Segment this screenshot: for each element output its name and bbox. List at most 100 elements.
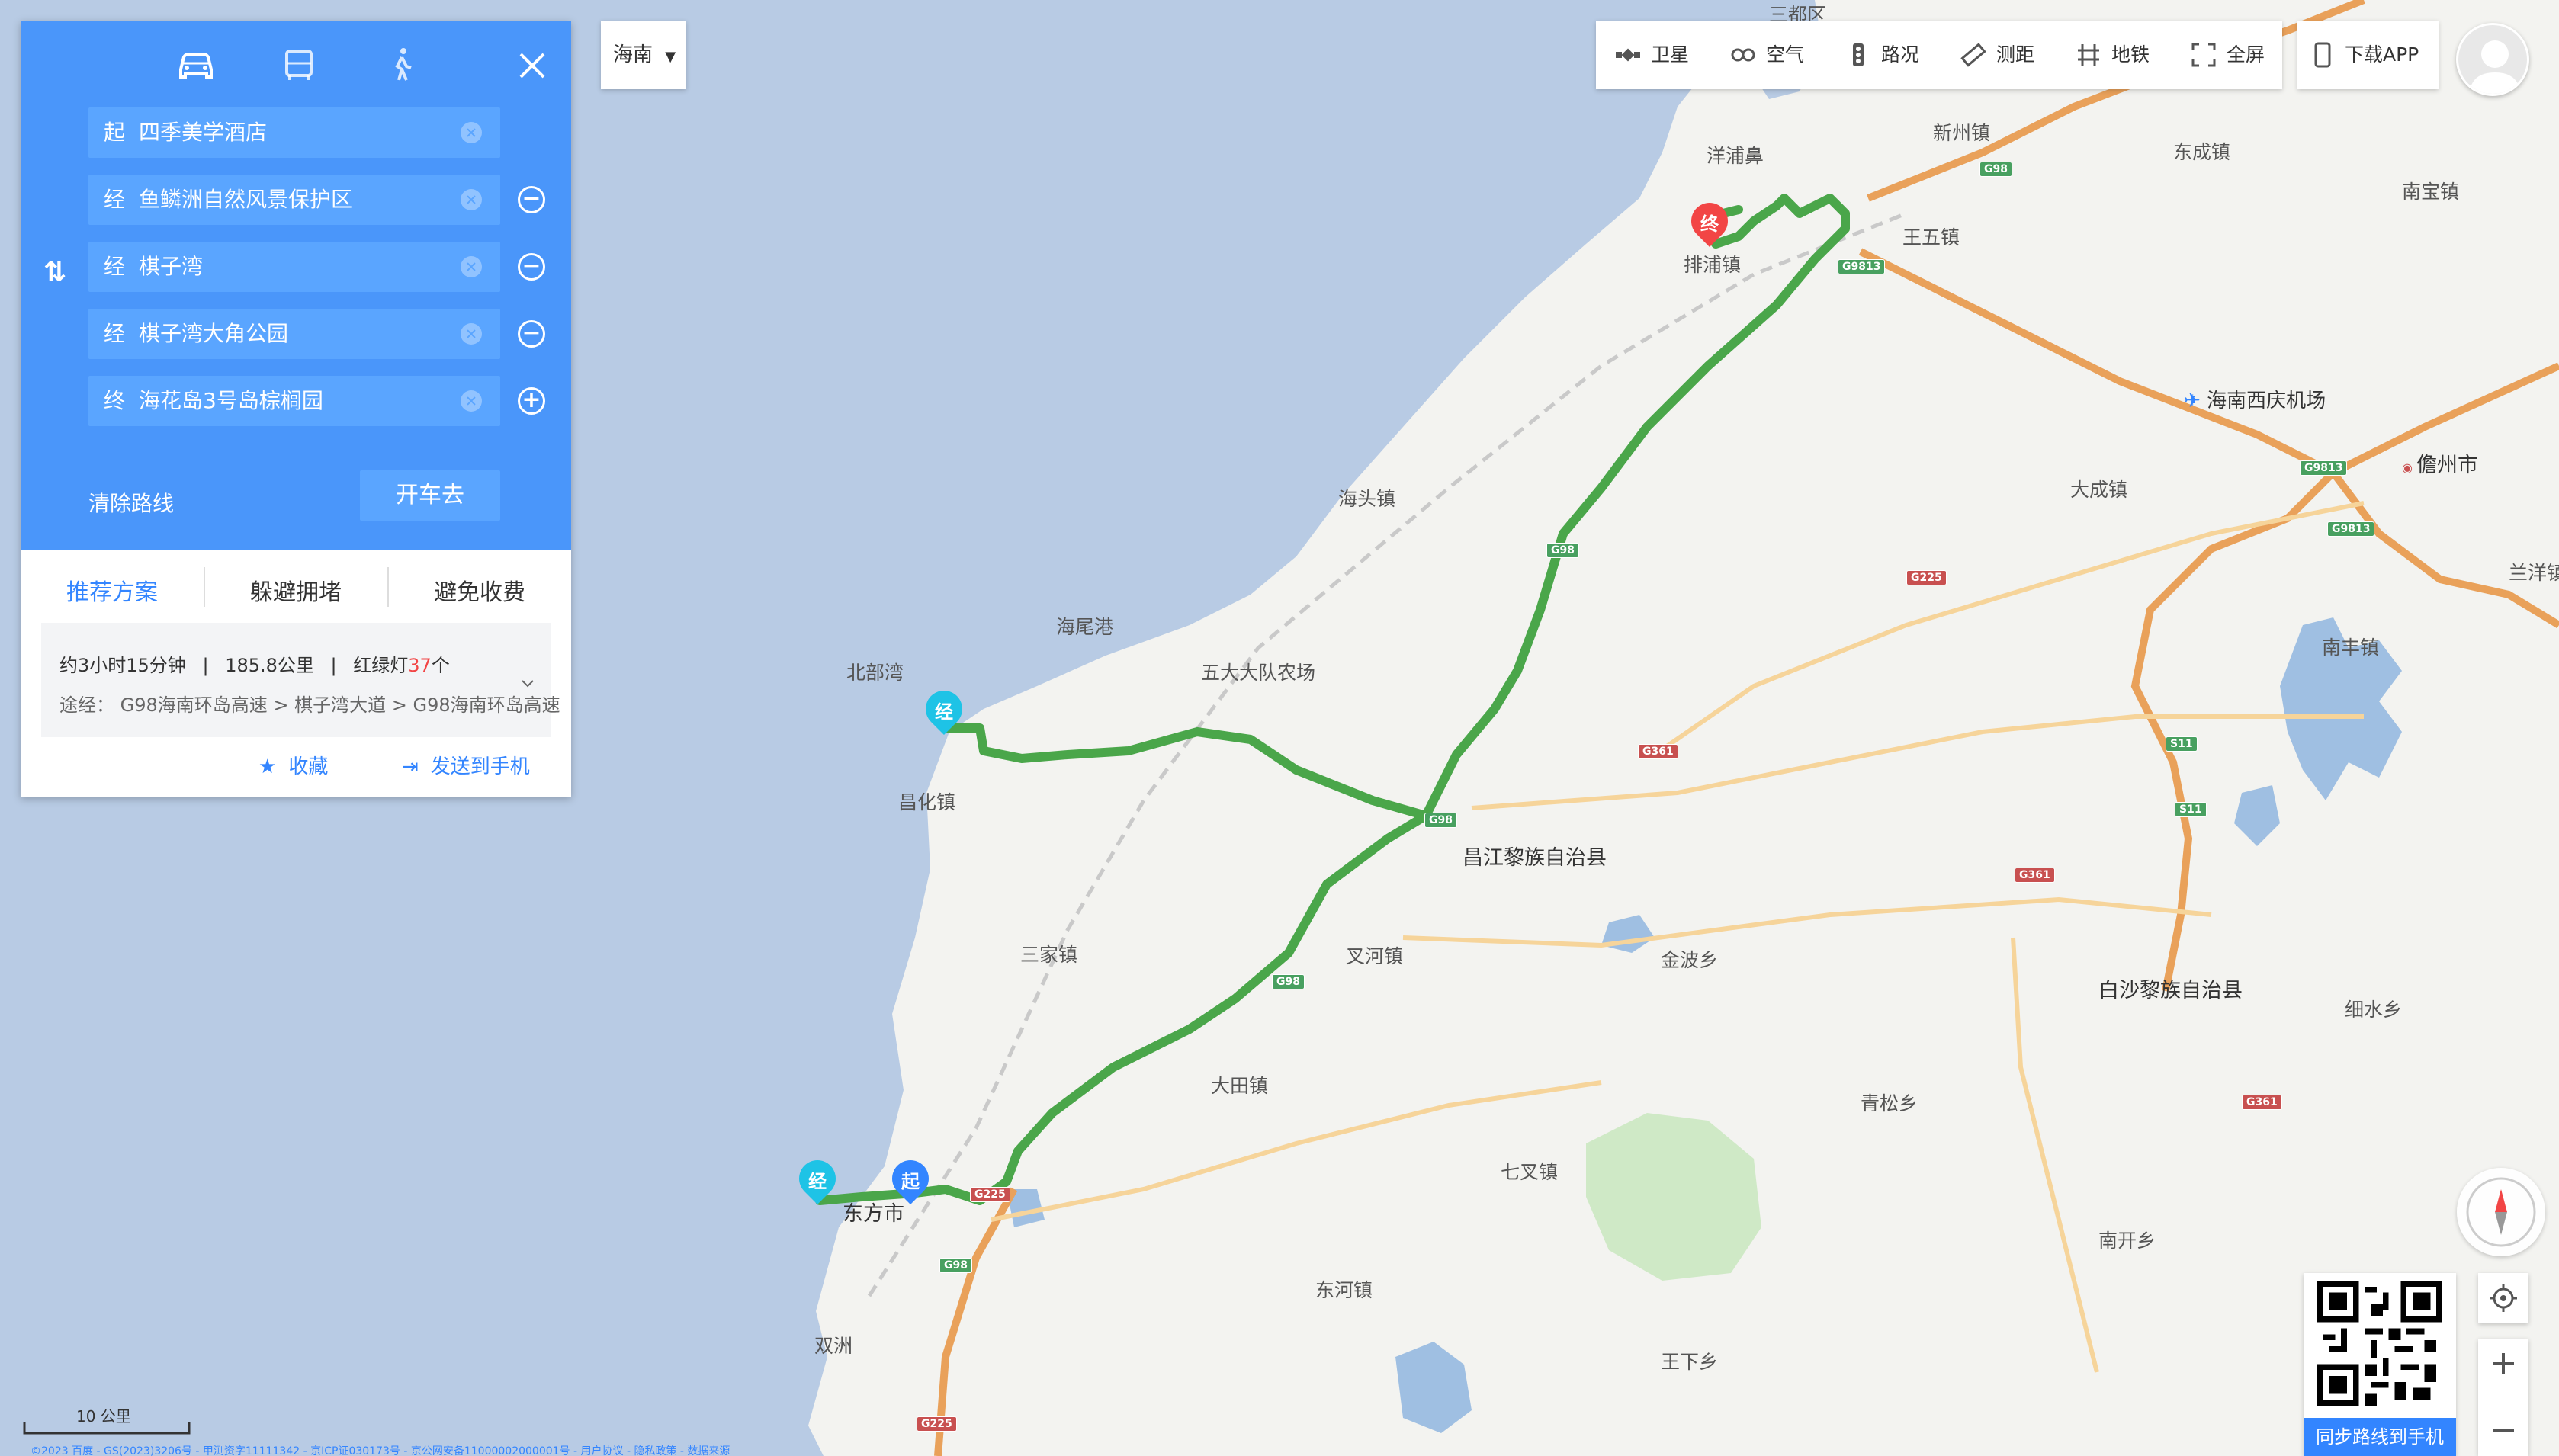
map-place-label[interactable]: 叉河镇	[1346, 941, 1403, 969]
compass-control[interactable]	[2457, 1168, 2545, 1256]
map-place-label[interactable]: 兰洋镇	[2509, 558, 2559, 585]
map-place-label[interactable]: 海尾港	[1056, 612, 1113, 640]
map-place-label[interactable]: 双洲	[814, 1331, 852, 1358]
compass-icon	[2466, 1177, 2536, 1247]
end-pin[interactable]: 终	[1684, 195, 1735, 249]
stop-via-2[interactable]: 经 棋子湾	[88, 242, 500, 292]
road-shield: G98	[1424, 813, 1457, 828]
map-place-label[interactable]: 大田镇	[1211, 1071, 1268, 1098]
map-place-label[interactable]: 排浦镇	[1684, 250, 1741, 277]
avatar[interactable]	[2456, 23, 2529, 96]
map-place-label[interactable]: 金波乡	[1661, 945, 1718, 973]
pin-label: 终	[1700, 213, 1719, 235]
map-place-label[interactable]: 细水乡	[2345, 995, 2402, 1022]
stop-name[interactable]: 棋子湾	[139, 242, 203, 292]
add-stop-button[interactable]: +	[518, 387, 545, 415]
map-place-label[interactable]: 洋浦鼻	[1707, 141, 1764, 168]
traffic-lights-label: 红绿灯	[353, 655, 409, 676]
close-icon[interactable]	[515, 48, 550, 83]
chevron-down-icon[interactable]	[520, 676, 535, 691]
map-place-label[interactable]: 五大大队农场	[1201, 658, 1315, 685]
favorite-button[interactable]: ★ 收藏	[258, 751, 328, 779]
tab-recommended[interactable]: 推荐方案	[21, 573, 204, 607]
stop-name[interactable]: 棋子湾大角公园	[139, 309, 288, 359]
map-place-label[interactable]: 昌江黎族自治县	[1463, 841, 1607, 871]
remove-stop-button[interactable]: −	[518, 186, 545, 213]
tab-avoid-congestion[interactable]: 躲避拥堵	[204, 573, 387, 607]
traffic-lights-count: 37	[408, 655, 432, 676]
clear-route-link[interactable]: 清除路线	[88, 487, 174, 518]
clear-stop-icon[interactable]	[461, 390, 482, 412]
clear-stop-icon[interactable]	[461, 189, 482, 210]
send-icon: ⇥	[402, 755, 419, 778]
region-selector[interactable]: 海南 ▼	[601, 21, 686, 89]
locate-button[interactable]	[2478, 1273, 2528, 1323]
route-distance: 185.8公里	[225, 655, 314, 676]
map-place-text: 海南西庆机场	[2207, 390, 2326, 412]
remove-stop-button[interactable]: −	[518, 320, 545, 348]
qr-code-widget[interactable]: 同步路线到手机	[2304, 1273, 2456, 1456]
bus-icon[interactable]	[276, 42, 322, 88]
road-shield: G98	[1979, 162, 2012, 177]
map-place-label[interactable]: ✈ 海南西庆机场	[2184, 385, 2326, 413]
stop-tag: 经	[104, 254, 126, 279]
stop-name[interactable]: 海花岛3号岛棕榈园	[139, 376, 323, 426]
map-place-label[interactable]: 海头镇	[1338, 484, 1395, 512]
map-place-label[interactable]: 大成镇	[2070, 475, 2127, 502]
map-place-text: 南开乡	[2098, 1230, 2156, 1252]
map-place-text: 五大大队农场	[1201, 662, 1316, 684]
map-place-label[interactable]: 王下乡	[1661, 1347, 1718, 1374]
map-place-text: 儋州市	[2416, 454, 2479, 477]
map-place-label[interactable]: 南开乡	[2098, 1226, 2156, 1253]
stop-name[interactable]: 四季美学酒店	[139, 107, 267, 158]
remove-stop-button[interactable]: −	[518, 253, 545, 281]
car-icon[interactable]	[173, 42, 219, 88]
walk-icon[interactable]	[379, 42, 425, 88]
map-place-label[interactable]: ◉ 儋州市	[2402, 448, 2478, 478]
map-place-text: 兰洋镇	[2509, 562, 2559, 584]
via-pin[interactable]: 经	[918, 683, 970, 736]
air-label: 空气	[1766, 43, 1805, 66]
route-summary[interactable]: 约3小时15分钟 | 185.8公里 | 红绿灯37个 途经： G98海南环岛高…	[41, 623, 560, 737]
map-place-text: 东成镇	[2173, 141, 2231, 163]
swap-direction-icon[interactable]: ⇅	[43, 257, 66, 288]
download-app-button[interactable]: 下载APP	[2297, 21, 2439, 89]
map-place-text: 叉河镇	[1346, 945, 1404, 967]
map-place-label[interactable]: 青松乡	[1861, 1089, 1918, 1116]
map-place-label[interactable]: 昌化镇	[898, 787, 955, 815]
stop-via-1[interactable]: 经 鱼鳞洲自然风景保护区	[88, 175, 500, 225]
tab-avoid-tolls[interactable]: 避免收费	[388, 573, 571, 607]
send-to-phone-button[interactable]: ⇥ 发送到手机	[402, 751, 530, 779]
zoom-in-icon[interactable]	[2478, 1339, 2528, 1389]
clear-stop-icon[interactable]	[461, 323, 482, 345]
air-icon	[1731, 48, 1755, 62]
map-place-text: 青松乡	[1861, 1092, 1918, 1114]
map-place-label[interactable]: 南丰镇	[2322, 633, 2379, 660]
start-drive-button[interactable]: 开车去	[360, 470, 500, 521]
map-place-label[interactable]: 七叉镇	[1501, 1157, 1558, 1185]
stop-end[interactable]: 终 海花岛3号岛棕榈园	[88, 376, 500, 426]
map-place-text: 王下乡	[1661, 1351, 1719, 1373]
zoom-control	[2478, 1339, 2528, 1456]
map-place-text: 三家镇	[1020, 944, 1078, 966]
clear-stop-icon[interactable]	[461, 122, 482, 143]
map-place-label[interactable]: 南宝镇	[2402, 177, 2459, 204]
road-shield: G9813	[2300, 460, 2348, 476]
map-place-label[interactable]: 北部湾	[846, 658, 904, 685]
map-place-label[interactable]: 三家镇	[1020, 940, 1077, 967]
map-place-label[interactable]: 王五镇	[1902, 223, 1960, 250]
map-place-label[interactable]: 新州镇	[1933, 118, 1990, 146]
stop-name[interactable]: 鱼鳞洲自然风景保护区	[139, 175, 352, 225]
start-pin[interactable]: 起	[885, 1153, 936, 1206]
map-place-label[interactable]: 东河镇	[1315, 1275, 1373, 1303]
route-stats: 约3小时15分钟 | 185.8公里 | 红绿灯37个	[59, 655, 450, 676]
stop-tag: 起	[104, 120, 126, 145]
map-place-label[interactable]: 东成镇	[2173, 137, 2230, 165]
map-place-text: 洋浦鼻	[1707, 145, 1764, 167]
stop-via-3[interactable]: 经 棋子湾大角公园	[88, 309, 500, 359]
clear-stop-icon[interactable]	[461, 256, 482, 277]
map-place-text: 新州镇	[1933, 122, 1991, 144]
stop-start[interactable]: 起 四季美学酒店	[88, 107, 500, 158]
via-pin[interactable]: 经	[791, 1153, 843, 1206]
map-place-label[interactable]: 白沙黎族自治县	[2098, 973, 2243, 1003]
